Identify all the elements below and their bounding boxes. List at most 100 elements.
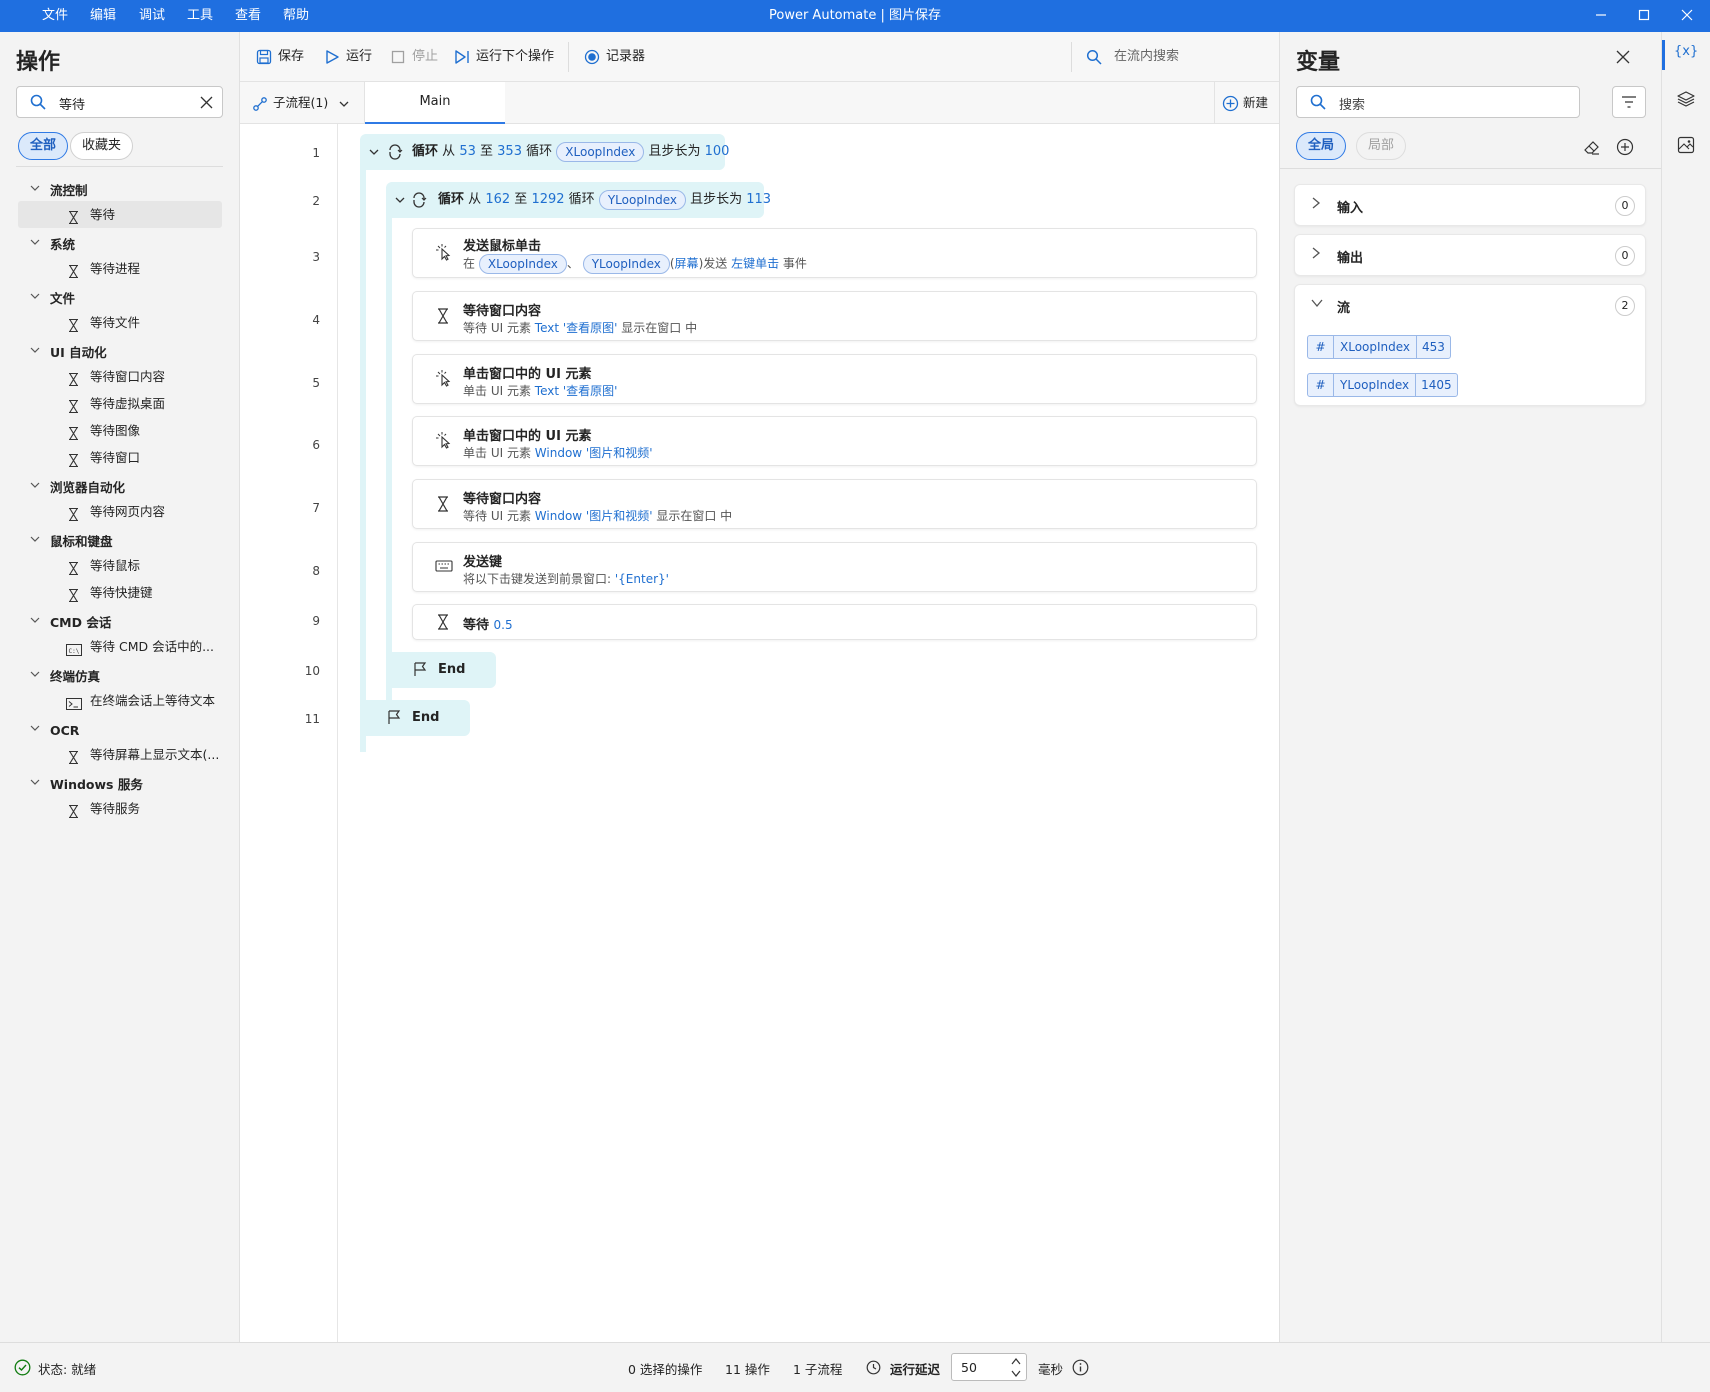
tree-category[interactable]: Windows 服务: [30, 775, 143, 795]
action-loop-y[interactable]: 循环 从 162 至 1292 循环 YLoopIndex 且步长为 113: [386, 182, 771, 218]
run-next-button[interactable]: 运行下个操作: [454, 46, 554, 68]
tree-action-item[interactable]: 等待进程: [18, 255, 222, 282]
chevron-down-icon[interactable]: [30, 721, 40, 741]
flow-search[interactable]: 在流内搜索: [1086, 46, 1179, 68]
variable-chip[interactable]: YLoopIndex: [598, 189, 686, 210]
variable-chip[interactable]: XLoopIndex: [556, 141, 645, 162]
tree-category[interactable]: 鼠标和键盘: [30, 532, 113, 552]
tree-action-item[interactable]: 等待虚拟桌面: [18, 390, 222, 417]
filter-button[interactable]: [1612, 86, 1646, 118]
chevron-down-icon[interactable]: [30, 775, 40, 795]
filter-local[interactable]: 局部: [1356, 132, 1407, 160]
save-button[interactable]: 保存: [256, 46, 304, 68]
chevron-down-icon[interactable]: [368, 146, 380, 158]
action-send-keys[interactable]: 发送键 将以下击键发送到前景窗口: '{Enter}': [412, 542, 1257, 592]
run-delay-stepper[interactable]: 50: [951, 1353, 1027, 1381]
tree-category[interactable]: UI 自动化: [30, 343, 107, 363]
chevron-down-icon[interactable]: [30, 667, 40, 687]
menu-edit[interactable]: 编辑: [90, 0, 116, 32]
images-icon[interactable]: [1677, 136, 1695, 154]
action-loop-x[interactable]: 循环 从 53 至 353 循环 XLoopIndex 且步长为 100: [360, 134, 729, 170]
action-click-ui-element[interactable]: 单击窗口中的 UI 元素 单击 UI 元素 Window '图片和视频': [412, 416, 1257, 466]
close-window-button[interactable]: [1664, 0, 1710, 32]
tree-action-item[interactable]: 等待窗口内容: [18, 363, 222, 390]
tree-action-item[interactable]: 等待图像: [18, 417, 222, 444]
actions-search-box[interactable]: 等待: [16, 86, 223, 118]
run-delay-input[interactable]: 50: [961, 1360, 977, 1375]
tab-main[interactable]: Main: [365, 82, 505, 124]
chevron-down-icon[interactable]: [394, 194, 406, 206]
maximize-button[interactable]: [1621, 0, 1667, 32]
chevron-down-icon[interactable]: [30, 289, 40, 309]
menu-help[interactable]: 帮助: [283, 0, 309, 32]
flow-search-input[interactable]: 在流内搜索: [1114, 49, 1179, 64]
tree-category[interactable]: 浏览器自动化: [30, 478, 125, 498]
filter-favorites[interactable]: 收藏夹: [70, 132, 134, 160]
menu-debug[interactable]: 调试: [139, 0, 165, 32]
tree-action-item[interactable]: 等待网页内容: [18, 498, 222, 525]
action-wait[interactable]: 等待 0.5: [412, 604, 1257, 640]
chevron-right-icon[interactable]: [1311, 247, 1321, 262]
eraser-icon[interactable]: [1583, 138, 1601, 156]
tree-category[interactable]: 终端仿真: [30, 667, 100, 687]
clear-icon[interactable]: [200, 96, 213, 109]
variable-chip[interactable]: YLoopIndex: [582, 254, 670, 274]
chevron-up-icon[interactable]: [1011, 1357, 1021, 1365]
action-send-mouse-click[interactable]: 发送鼠标单击 在 XLoopIndex、 YLoopIndex (屏幕)发送 左键…: [412, 228, 1257, 278]
filter-global[interactable]: 全局: [1296, 132, 1347, 160]
variable-yloopindex[interactable]: # YLoopIndex 1405: [1307, 373, 1458, 397]
stop-button[interactable]: 停止: [390, 46, 438, 68]
menu-file[interactable]: 文件: [42, 0, 68, 32]
chevron-down-icon[interactable]: [1311, 297, 1323, 311]
tree-action-item[interactable]: 等待屏幕上显示文本(...: [18, 741, 222, 768]
tree-action-item[interactable]: 等待鼠标: [18, 552, 222, 579]
action-click-ui-element[interactable]: 单击窗口中的 UI 元素 单击 UI 元素 Text '查看原图': [412, 354, 1257, 404]
tree-category[interactable]: 流控制: [30, 181, 88, 201]
tree-category[interactable]: 文件: [30, 289, 75, 309]
add-variable-icon[interactable]: [1616, 138, 1634, 156]
tree-category[interactable]: OCR: [30, 721, 79, 741]
close-panel-icon[interactable]: [1616, 50, 1630, 64]
section-output[interactable]: 输出 0: [1294, 234, 1646, 276]
action-wait-window-content[interactable]: 等待窗口内容 等待 UI 元素 Text '查看原图' 显示在窗口 中: [412, 291, 1257, 341]
chevron-down-icon[interactable]: [30, 613, 40, 633]
minimize-icon: [1596, 14, 1606, 16]
recorder-button[interactable]: 记录器: [584, 46, 645, 68]
actions-search-input[interactable]: 等待: [59, 94, 85, 113]
chevron-down-icon[interactable]: [30, 235, 40, 255]
variable-chip[interactable]: XLoopIndex: [478, 254, 567, 274]
menu-tools[interactable]: 工具: [187, 0, 213, 32]
minimize-button[interactable]: [1578, 0, 1624, 32]
tree-action-item[interactable]: C:\ 等待 CMD 会话中的...: [18, 633, 222, 660]
action-end-inner[interactable]: End: [386, 652, 496, 688]
action-wait-window-content[interactable]: 等待窗口内容 等待 UI 元素 Window '图片和视频' 显示在窗口 中: [412, 479, 1257, 529]
action-end-outer[interactable]: End: [360, 700, 470, 736]
subflows-dropdown[interactable]: 子流程(1): [252, 92, 350, 114]
tree-action-item[interactable]: 等待: [18, 201, 222, 228]
filter-all[interactable]: 全部: [18, 132, 69, 160]
new-subflow-button[interactable]: 新建: [1222, 92, 1268, 114]
chevron-right-icon[interactable]: [1311, 197, 1321, 212]
chevron-down-icon[interactable]: [30, 478, 40, 498]
chevron-down-icon[interactable]: [30, 532, 40, 552]
variable-xloopindex[interactable]: # XLoopIndex 453: [1307, 335, 1451, 359]
chevron-down-icon[interactable]: [30, 343, 40, 363]
info-icon[interactable]: [1072, 1359, 1089, 1376]
chevron-down-icon[interactable]: [30, 181, 40, 201]
section-flow[interactable]: 流 2 # XLoopIndex 453 # YLoopIndex 1405: [1294, 284, 1646, 406]
tree-action-item[interactable]: 等待文件: [18, 309, 222, 336]
layers-icon[interactable]: [1677, 90, 1695, 108]
variables-rail-icon[interactable]: {x}: [1674, 44, 1698, 59]
tree-action-item[interactable]: 等待快捷键: [18, 579, 222, 606]
tree-action-item[interactable]: 在终端会话上等待文本: [18, 687, 222, 714]
variables-search-input[interactable]: 搜索: [1339, 94, 1365, 113]
tree-action-item[interactable]: 等待服务: [18, 795, 222, 822]
tree-category[interactable]: CMD 会话: [30, 613, 111, 633]
variables-search-box[interactable]: 搜索: [1296, 86, 1580, 118]
chevron-down-icon[interactable]: [1011, 1370, 1021, 1378]
run-button[interactable]: 运行: [324, 46, 372, 68]
section-input[interactable]: 输入 0: [1294, 184, 1646, 226]
tree-category[interactable]: 系统: [30, 235, 75, 255]
menu-view[interactable]: 查看: [235, 0, 261, 32]
tree-action-item[interactable]: 等待窗口: [18, 444, 222, 471]
